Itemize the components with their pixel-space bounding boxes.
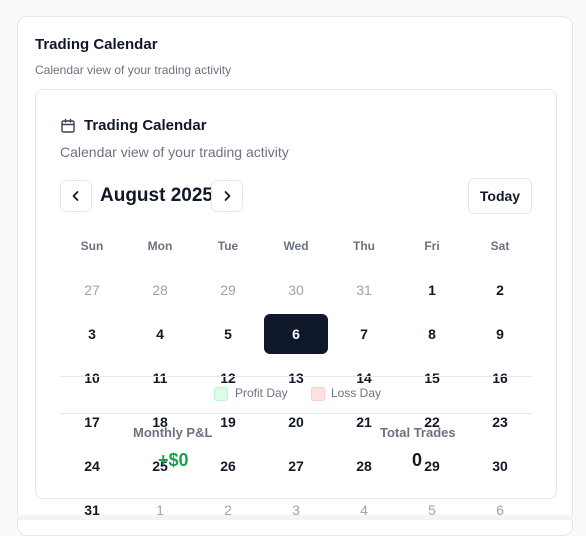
weekday-sun: Sun <box>80 239 104 253</box>
selected-day-cell[interactable]: 6 <box>264 314 328 354</box>
day-cell[interactable]: 6 <box>468 490 532 530</box>
chevron-right-icon <box>224 191 231 201</box>
weekday-wed: Wed <box>283 239 309 253</box>
month-label: August 2025 <box>100 185 213 206</box>
day-cell[interactable]: 3 <box>264 490 328 530</box>
day-cell[interactable]: 23 <box>468 402 532 442</box>
weekday-mon: Mon <box>147 239 173 253</box>
day-cell[interactable]: 3 <box>60 314 124 354</box>
loss-day-swatch <box>311 387 325 401</box>
day-cell[interactable]: 7 <box>332 314 396 354</box>
legend-divider-bottom <box>60 413 532 414</box>
day-cell[interactable]: 2 <box>196 490 260 530</box>
day-cell[interactable]: 4 <box>332 490 396 530</box>
monthly-pnl-value: +$0 <box>158 450 189 470</box>
day-cell[interactable]: 4 <box>128 314 192 354</box>
day-cell[interactable]: 27 <box>60 270 124 310</box>
day-cell[interactable]: 1 <box>400 270 464 310</box>
day-cell[interactable]: 9 <box>468 314 532 354</box>
weekday-thu: Thu <box>353 239 375 253</box>
day-cell[interactable]: 1 <box>128 490 192 530</box>
day-cell[interactable]: 15 <box>400 358 464 398</box>
day-cell[interactable]: 10 <box>60 358 124 398</box>
card-title: Trading Calendar <box>35 36 158 53</box>
weekday-fri: Fri <box>424 239 440 253</box>
profit-day-swatch <box>214 387 228 401</box>
today-button[interactable]: Today <box>468 178 532 214</box>
weekday-sat: Sat <box>490 239 510 253</box>
day-cell[interactable]: 28 <box>332 446 396 486</box>
monthly-pnl-label: Monthly P&L <box>133 425 213 440</box>
page-bottom-edge <box>17 515 573 520</box>
day-cell[interactable]: 30 <box>264 270 328 310</box>
calendar-panel-title: Trading Calendar <box>84 117 207 134</box>
day-cell[interactable]: 8 <box>400 314 464 354</box>
calendar-panel-subtitle: Calendar view of your trading activity <box>60 144 289 160</box>
calendar-icon <box>61 118 75 133</box>
profit-day-label: Profit Day <box>235 386 288 400</box>
day-cell[interactable]: 31 <box>60 490 124 530</box>
loss-day-label: Loss Day <box>331 386 382 400</box>
day-cell[interactable]: 28 <box>128 270 192 310</box>
day-cell[interactable]: 30 <box>468 446 532 486</box>
day-cell[interactable]: 27 <box>264 446 328 486</box>
legend-divider-top <box>60 376 532 377</box>
day-cell[interactable]: 24 <box>60 446 124 486</box>
day-cell[interactable]: 16 <box>468 358 532 398</box>
day-cell[interactable]: 20 <box>264 402 328 442</box>
weekday-tue: Tue <box>217 239 239 253</box>
day-cell[interactable]: 31 <box>332 270 396 310</box>
day-cell[interactable]: 5 <box>196 314 260 354</box>
day-cell[interactable]: 29 <box>400 446 464 486</box>
chevron-left-icon <box>72 191 79 201</box>
next-month-button[interactable] <box>211 180 243 212</box>
day-cell[interactable]: 29 <box>196 270 260 310</box>
day-cell[interactable]: 26 <box>196 446 260 486</box>
day-cell[interactable]: 17 <box>60 402 124 442</box>
card-subtitle: Calendar view of your trading activity <box>35 63 232 77</box>
day-cell[interactable]: 11 <box>128 358 192 398</box>
total-trades-value: 0 <box>412 450 423 470</box>
day-cell[interactable]: 2 <box>468 270 532 310</box>
day-cell[interactable]: 5 <box>400 490 464 530</box>
total-trades-label: Total Trades <box>380 425 456 440</box>
previous-month-button[interactable] <box>60 180 92 212</box>
